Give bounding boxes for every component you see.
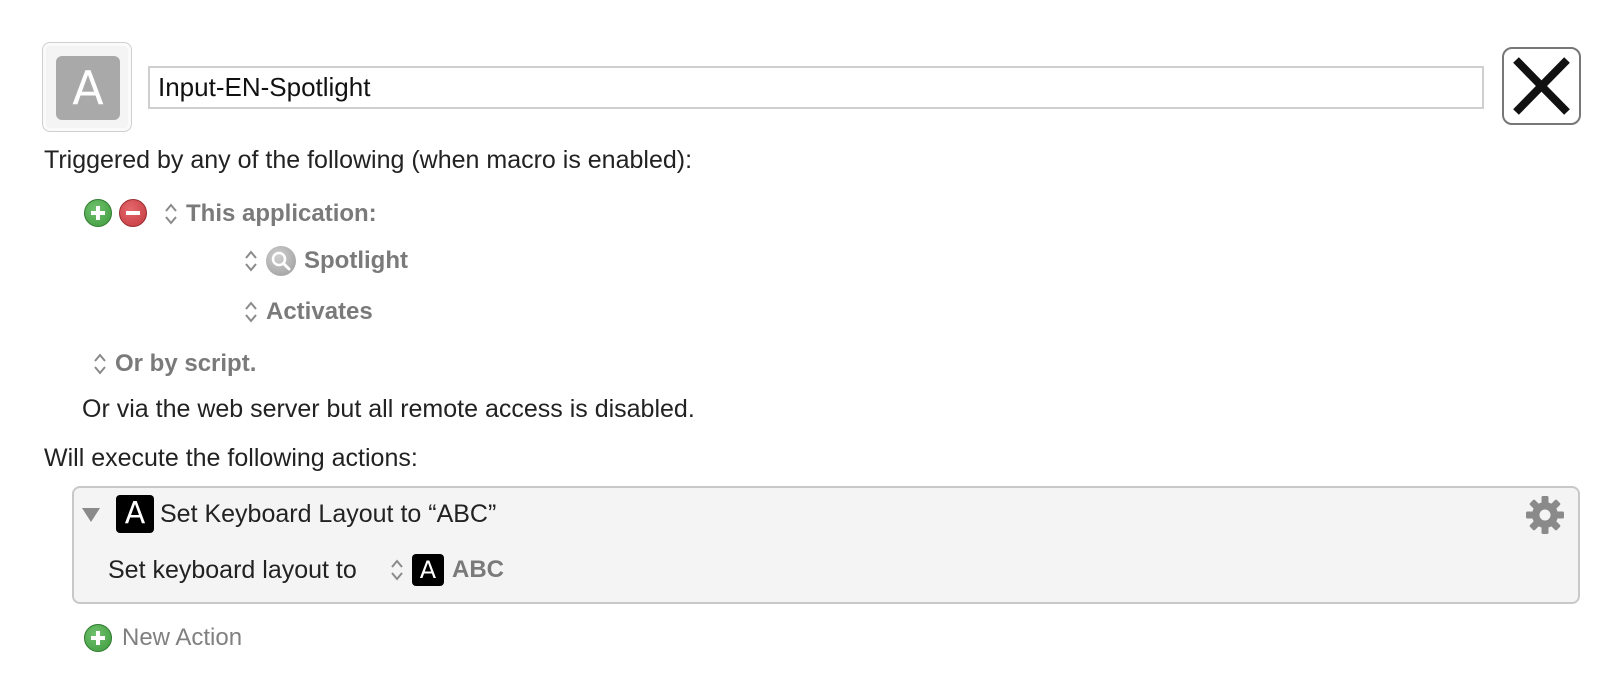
script-trigger-label: Or by script. xyxy=(115,350,257,377)
keyboard-layout-icon: A xyxy=(412,554,444,586)
actions-heading: Will execute the following actions: xyxy=(44,444,418,472)
macro-icon: A xyxy=(56,56,120,120)
action-param-label: Set keyboard layout to xyxy=(108,556,357,584)
plus-circle-icon xyxy=(91,631,105,645)
close-button[interactable] xyxy=(1502,47,1581,125)
application-name: Spotlight xyxy=(304,247,408,274)
keyboard-layout-value: ABC xyxy=(452,556,504,583)
keyboard-layout-popup[interactable]: A ABC xyxy=(390,552,504,588)
script-trigger-popup[interactable]: Or by script. xyxy=(93,348,256,380)
macro-editor: A Triggered by any of the following (whe… xyxy=(0,0,1618,692)
action-title: Set Keyboard Layout to “ABC” xyxy=(160,500,497,528)
up-down-stepper-icon xyxy=(245,250,257,272)
trigger-type-label: This application: xyxy=(186,200,377,227)
event-label: Activates xyxy=(266,298,373,325)
up-down-stepper-icon xyxy=(94,353,106,375)
magnifier-icon xyxy=(271,251,291,271)
plus-circle-icon xyxy=(91,206,105,220)
triggers-heading: Triggered by any of the following (when … xyxy=(44,146,693,174)
application-popup[interactable]: Spotlight xyxy=(244,245,408,277)
new-action-button[interactable]: New Action xyxy=(84,623,242,653)
macro-name-field[interactable] xyxy=(148,66,1484,109)
up-down-stepper-icon xyxy=(245,301,257,323)
action-item[interactable]: A Set Keyboard Layout to “ABC” Set keybo… xyxy=(72,486,1580,604)
trigger-type-popup[interactable]: This application: xyxy=(164,199,377,229)
disclosure-triangle-icon[interactable] xyxy=(82,508,100,522)
gear-icon[interactable] xyxy=(1524,494,1566,536)
minus-circle-icon xyxy=(126,211,140,215)
close-x-icon xyxy=(1513,57,1570,115)
event-popup[interactable]: Activates xyxy=(244,296,373,328)
up-down-stepper-icon xyxy=(165,203,177,225)
remove-trigger-button[interactable] xyxy=(119,199,147,227)
action-icon: A xyxy=(116,495,154,533)
new-action-add-icon xyxy=(84,624,112,652)
up-down-stepper-icon xyxy=(391,559,403,581)
add-trigger-button[interactable] xyxy=(84,199,112,227)
spotlight-app-icon xyxy=(266,246,296,276)
new-action-label: New Action xyxy=(122,624,243,651)
macro-icon-well[interactable]: A xyxy=(42,42,132,132)
web-server-note: Or via the web server but all remote acc… xyxy=(82,395,695,423)
